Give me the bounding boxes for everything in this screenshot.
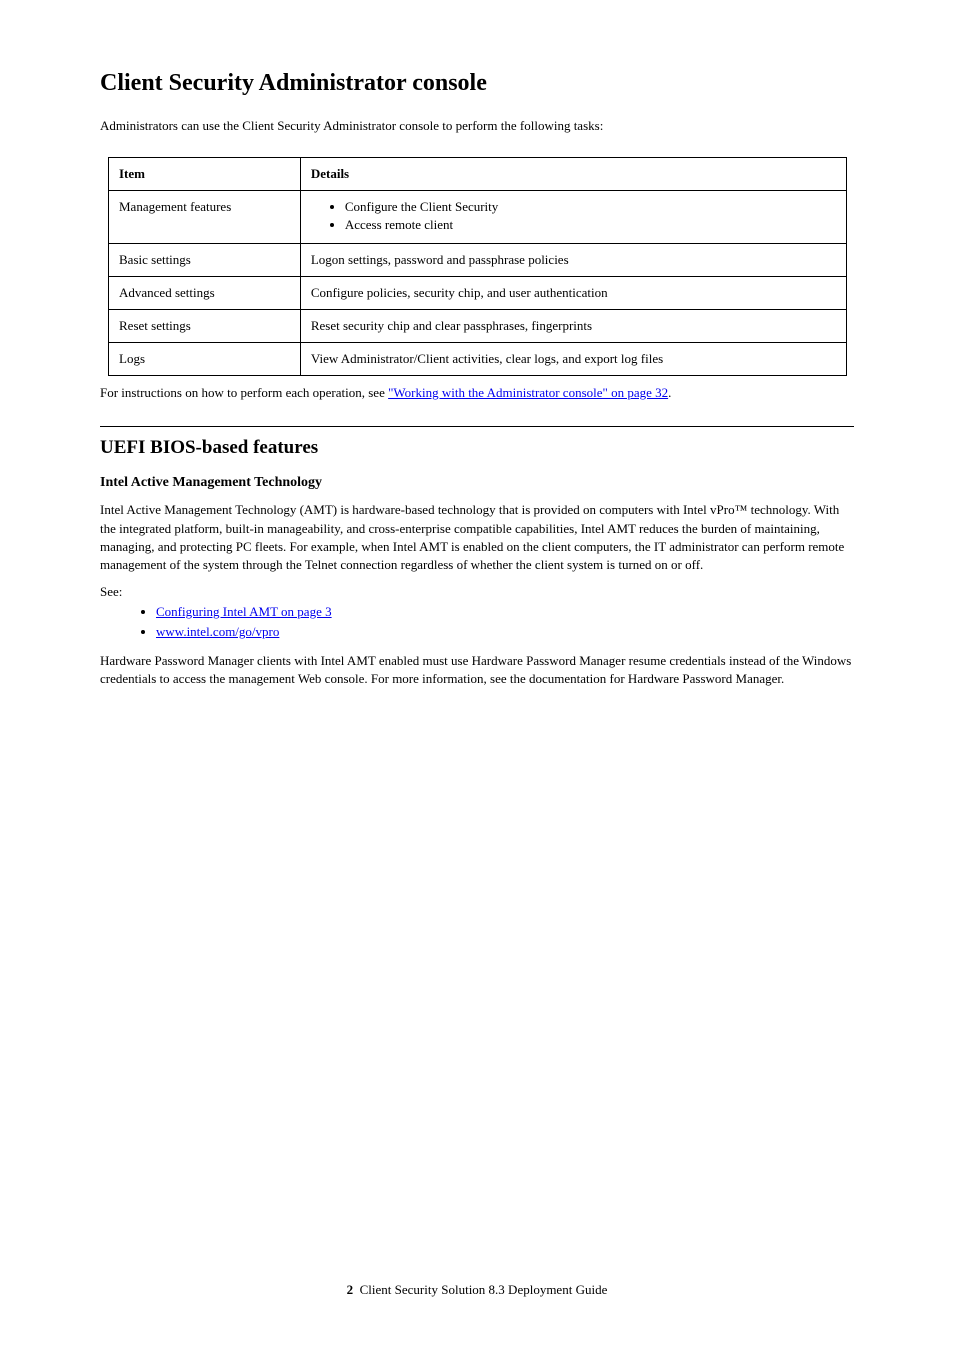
page-number: 2 bbox=[347, 1282, 354, 1297]
table-cell-item: Basic settings bbox=[109, 244, 301, 277]
body-paragraph: Intel Active Management Technology (AMT)… bbox=[100, 501, 854, 574]
see-link-list: Configuring Intel AMT on page 3 www.inte… bbox=[100, 604, 854, 640]
table-cell-details: Configure the Client Security Access rem… bbox=[300, 191, 846, 244]
section-divider bbox=[100, 426, 854, 427]
see-label: See: bbox=[100, 584, 854, 600]
body-paragraph: Hardware Password Manager clients with I… bbox=[100, 652, 854, 688]
table-row: Reset settings Reset security chip and c… bbox=[109, 310, 847, 343]
cell-bullet: Configure the Client Security bbox=[345, 199, 836, 215]
table-cell-details: View Administrator/Client activities, cl… bbox=[300, 343, 846, 376]
cell-bullet: Access remote client bbox=[345, 217, 836, 233]
intel-vpro-link[interactable]: www.intel.com/go/vpro bbox=[156, 624, 279, 639]
cell-bullet-list: Configure the Client Security Access rem… bbox=[311, 199, 836, 233]
table-row: Advanced settings Configure policies, se… bbox=[109, 277, 847, 310]
table-row: Management features Configure the Client… bbox=[109, 191, 847, 244]
list-item: www.intel.com/go/vpro bbox=[156, 624, 854, 640]
after-table-paragraph: For instructions on how to perform each … bbox=[100, 384, 854, 402]
page-title: Client Security Administrator console bbox=[100, 70, 854, 97]
table-cell-details: Configure policies, security chip, and u… bbox=[300, 277, 846, 310]
after-table-prefix: For instructions on how to perform each … bbox=[100, 385, 388, 400]
table-cell-details: Reset security chip and clear passphrase… bbox=[300, 310, 846, 343]
table-header-item: Item bbox=[109, 158, 301, 191]
page-footer: 2 Client Security Solution 8.3 Deploymen… bbox=[0, 1282, 954, 1298]
admin-console-link[interactable]: "Working with the Administrator console"… bbox=[388, 385, 668, 400]
table-cell-item: Reset settings bbox=[109, 310, 301, 343]
page-label: Client Security Solution 8.3 Deployment … bbox=[360, 1282, 608, 1297]
list-item: Configuring Intel AMT on page 3 bbox=[156, 604, 854, 620]
after-table-suffix: . bbox=[668, 385, 671, 400]
table-cell-item: Management features bbox=[109, 191, 301, 244]
intro-paragraph: Administrators can use the Client Securi… bbox=[100, 117, 854, 135]
table-header-details: Details bbox=[300, 158, 846, 191]
section-heading: UEFI BIOS-based features bbox=[100, 437, 854, 459]
table-header-row: Item Details bbox=[109, 158, 847, 191]
table-cell-details: Logon settings, password and passphrase … bbox=[300, 244, 846, 277]
table-cell-item: Logs bbox=[109, 343, 301, 376]
sub-heading: Intel Active Management Technology bbox=[100, 475, 854, 491]
configuring-amt-link[interactable]: Configuring Intel AMT on page 3 bbox=[156, 604, 332, 619]
table-row: Logs View Administrator/Client activitie… bbox=[109, 343, 847, 376]
features-table: Item Details Management features Configu… bbox=[108, 157, 847, 376]
table-cell-item: Advanced settings bbox=[109, 277, 301, 310]
table-row: Basic settings Logon settings, password … bbox=[109, 244, 847, 277]
